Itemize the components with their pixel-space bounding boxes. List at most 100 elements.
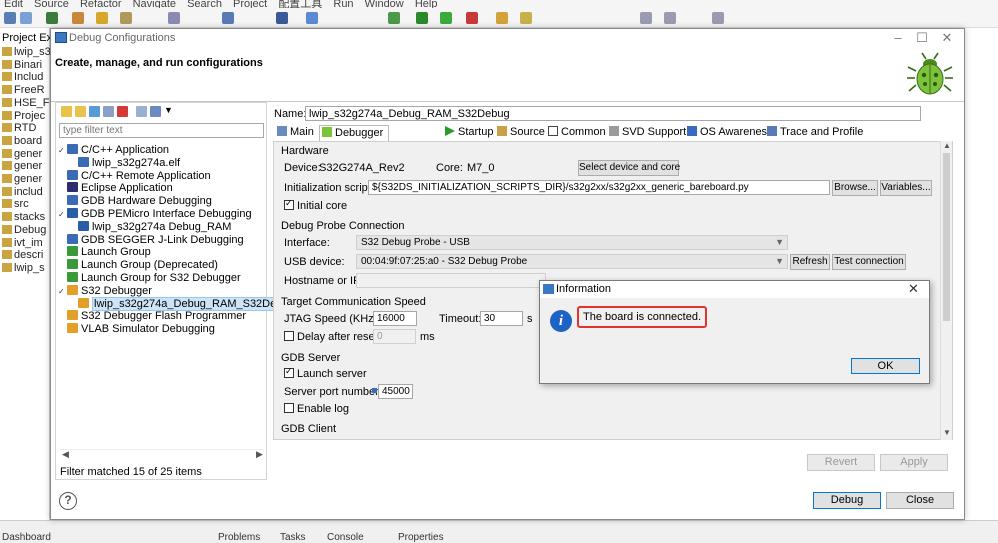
delete-icon[interactable] [117, 106, 128, 117]
tab-problems[interactable]: Problems [218, 532, 260, 543]
config-item[interactable]: lwip_s32g274a.elf [78, 156, 180, 170]
settings-icon[interactable] [96, 12, 108, 24]
test-connection-button[interactable]: Test connection [832, 254, 906, 270]
config-type-item[interactable]: Launch Group [58, 246, 151, 259]
terminal-icon[interactable] [222, 12, 234, 24]
new-icon[interactable] [4, 12, 16, 24]
project-tree-item[interactable]: RTD [2, 122, 36, 134]
config-type-item[interactable]: ✓ GDB PEMicro Interface Debugging [58, 208, 252, 221]
project-tree-item[interactable]: lwip_s [2, 262, 45, 274]
project-tree-item[interactable]: gener [2, 148, 42, 160]
play-icon[interactable] [440, 12, 452, 24]
menu-refactor[interactable]: Refactor [80, 0, 122, 8]
browse-button[interactable]: Browse... [832, 180, 878, 196]
jtag-speed-input[interactable]: 16000 [373, 311, 417, 326]
nav-forward-icon[interactable] [664, 12, 676, 24]
expanded-chevron-icon[interactable]: ✓ [58, 208, 67, 221]
filter-icon[interactable] [150, 106, 161, 117]
config-type-item[interactable]: Launch Group (Deprecated) [58, 259, 218, 272]
tab-dashboard[interactable]: Dashboard [2, 532, 51, 543]
build-icon[interactable] [46, 12, 58, 24]
scroll-up-icon[interactable]: ▲ [943, 141, 951, 150]
hammer-icon[interactable] [72, 12, 84, 24]
project-tree-item[interactable]: FreeR [2, 84, 45, 96]
scroll-right-icon[interactable]: ▶ [256, 449, 263, 460]
folder-icon[interactable] [120, 12, 132, 24]
menu-help[interactable]: Help [415, 0, 438, 8]
expanded-chevron-icon[interactable]: ✓ [58, 144, 67, 157]
tab-svd-support[interactable]: SVD Support [607, 125, 687, 141]
hostname-input[interactable] [356, 273, 546, 288]
export-icon[interactable] [89, 106, 100, 117]
config-item[interactable]: lwip_s32g274a Debug_RAM [78, 220, 231, 234]
run-icon[interactable] [416, 12, 428, 24]
tab-debugger[interactable]: Debugger [319, 125, 389, 141]
menu-config-tools[interactable]: 配置工具 [278, 0, 322, 8]
grid-icon[interactable] [276, 12, 288, 24]
toggle-icon[interactable] [168, 12, 180, 24]
menu-navigate[interactable]: Navigate [133, 0, 176, 8]
pin-icon[interactable] [712, 12, 724, 24]
project-tree-item[interactable]: HSE_F [2, 97, 49, 109]
tab-startup[interactable]: Startup [443, 125, 495, 141]
config-name-input[interactable]: lwip_s32g274a_Debug_RAM_S32Debug [305, 106, 921, 121]
expanded-chevron-icon[interactable]: ✓ [58, 285, 67, 298]
tree-hscrollbar[interactable]: ◀ ▶ [60, 449, 264, 460]
config-type-item[interactable]: VLAB Simulator Debugging [58, 323, 215, 336]
project-tree-item[interactable]: descri [2, 249, 43, 261]
config-type-item[interactable]: GDB Hardware Debugging [58, 195, 212, 208]
config-type-item[interactable]: Launch Group for S32 Debugger [58, 272, 241, 285]
new-prototype-icon[interactable] [75, 106, 86, 117]
project-tree-item[interactable]: gener [2, 160, 42, 172]
menu-project[interactable]: Project [233, 0, 267, 8]
config-type-item[interactable]: ✓ C/C++ Application [58, 144, 169, 157]
variables-button[interactable]: Variables... [880, 180, 932, 196]
usb-device-select[interactable]: 00:04:9f:07:25:a0 - S32 Debug Probe ▼ [356, 254, 788, 269]
filter-input[interactable] [59, 123, 264, 138]
maximize-icon[interactable]: ☐ [911, 30, 933, 46]
menu-search[interactable]: Search [187, 0, 222, 8]
nav-back-icon[interactable] [640, 12, 652, 24]
search-tb-icon[interactable] [496, 12, 508, 24]
help-icon[interactable]: ? [59, 492, 77, 510]
menu-run[interactable]: Run [333, 0, 353, 8]
launch-icon[interactable] [306, 12, 318, 24]
project-tree-item[interactable]: Debug [2, 224, 46, 236]
enable-log-checkbox[interactable]: Enable log [284, 403, 349, 415]
pen-icon[interactable] [520, 12, 532, 24]
duplicate-icon[interactable] [103, 106, 114, 117]
close-icon[interactable]: ✕ [936, 30, 958, 46]
revert-button[interactable]: Revert [807, 454, 875, 471]
project-tree-item[interactable]: ivt_im [2, 237, 43, 249]
project-tree-item[interactable]: board [2, 135, 42, 147]
config-item[interactable]: lwip_s32g274a_Debug_RAM_S32Debug [78, 296, 297, 311]
project-tree-item[interactable]: Binari [2, 59, 42, 71]
project-tree-item[interactable]: stacks [2, 211, 45, 223]
launch-server-checkbox[interactable]: Launch server [284, 366, 367, 380]
project-tree-item[interactable]: includ [2, 186, 43, 198]
config-type-item[interactable]: ✓ S32 Debugger [58, 284, 152, 298]
menu-window[interactable]: Window [365, 0, 404, 8]
scroll-left-icon[interactable]: ◀ [62, 449, 69, 460]
tab-properties[interactable]: Properties [398, 532, 444, 543]
initial-core-checkbox[interactable]: Initial core [284, 198, 347, 212]
collapse-all-icon[interactable] [136, 106, 147, 117]
new-config-icon[interactable] [61, 106, 72, 117]
menu-edit[interactable]: Edit [4, 0, 23, 8]
ok-button[interactable]: OK [851, 358, 920, 374]
project-tree-item[interactable]: Projec [2, 110, 45, 122]
close-button[interactable]: Close [886, 492, 954, 509]
project-tree-item[interactable]: gener [2, 173, 42, 185]
config-type-item[interactable]: GDB SEGGER J-Link Debugging [58, 233, 244, 247]
tab-common[interactable]: Common [546, 125, 606, 141]
delay-after-reset-checkbox[interactable]: Delay after reset: [284, 331, 381, 343]
scroll-thumb[interactable] [943, 153, 950, 321]
external-tools-icon[interactable] [466, 12, 478, 24]
timeout-input[interactable]: 30 [480, 311, 523, 326]
config-type-item[interactable]: C/C++ Remote Application [58, 169, 211, 183]
tab-trace-profile[interactable]: Trace and Profile [765, 125, 863, 141]
config-type-item[interactable]: S32 Debugger Flash Programmer [58, 310, 246, 323]
refresh-button[interactable]: Refresh [790, 254, 830, 270]
view-menu-icon[interactable]: ▼ [164, 105, 173, 115]
tab-tasks[interactable]: Tasks [280, 532, 306, 543]
